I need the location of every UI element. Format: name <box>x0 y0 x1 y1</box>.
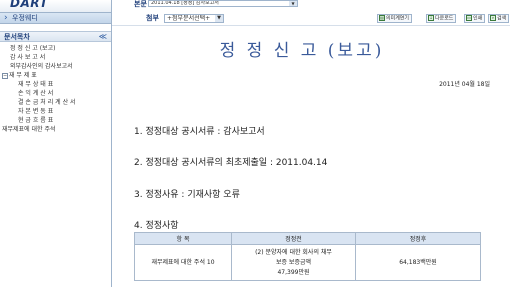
search-button-label: 검색 <box>497 15 507 22</box>
column-header-after: 정정후 <box>355 232 481 245</box>
toc-title: 문서목차 <box>4 33 30 41</box>
collapse-node-icon[interactable]: − <box>2 72 8 79</box>
toc-item-financial-statements[interactable]: − 재 무 제 표 <box>0 71 111 80</box>
cell-after: 64,183백만원 <box>355 244 481 281</box>
toc-item-income-statement[interactable]: 손 익 계 산 서 <box>0 89 111 98</box>
search-button[interactable]: ⌕ 검색 <box>488 14 510 23</box>
section-3: 3. 정정사유 : 기재사항 오류 <box>134 190 240 200</box>
document-select[interactable]: 2011.04.18 [정정] 감사보고서 ▼ <box>148 0 298 7</box>
cell-before: (2) 분양자에 대한 회사의 채무 보증 보증금액 47,399만원 <box>231 244 356 281</box>
column-header-before: 정정전 <box>231 232 356 245</box>
dart-logo: DART <box>10 0 49 10</box>
table-row: 재무제표에 대한 주석 10 (2) 분양자에 대한 회사의 채무 보증 보증금… <box>134 244 481 281</box>
preview-button-label: 의미계연기 <box>386 15 410 22</box>
cell-before-line-2: 보증 보증금액 <box>275 258 312 266</box>
print-button-label: 인쇄 <box>473 15 483 22</box>
table-header-row: 항 목 정정전 정정후 <box>134 232 481 245</box>
body-label: 본문 <box>134 0 147 8</box>
document-date: 2011년 04월 18일 <box>439 81 490 88</box>
preview-icon: ▤ <box>379 15 385 21</box>
document-select-bar: 본문 2011.04.18 [정정] 감사보고서 ▼ <box>112 0 510 12</box>
toc-item-balance-sheet[interactable]: 재 무 상 태 표 <box>0 80 111 89</box>
toc-item-audit-report[interactable]: 감 사 보 고 서 <box>0 53 111 62</box>
chevron-down-icon[interactable]: ▼ <box>215 15 223 22</box>
toc-item-label: 재 무 제 표 <box>9 72 37 79</box>
toc-item-auditor-report[interactable]: 외부감사인의 감사보고서 <box>0 62 111 71</box>
collapse-pane-icon[interactable]: ≪ <box>99 32 107 42</box>
preview-button[interactable]: ▤ 의미계연기 <box>377 14 413 23</box>
company-search-bar[interactable]: › 우정웨디 <box>0 12 111 24</box>
attachment-bar: 첨부 +첨부문서선택+ ▼ ▤ 의미계연기 ↓ 다운로드 ▭ 인쇄 ⌕ 검색 <box>112 12 510 26</box>
search-icon: ⌕ <box>490 15 496 21</box>
document-title: 정 정 신 고 (보고) <box>219 41 385 61</box>
print-button[interactable]: ▭ 인쇄 <box>464 14 486 23</box>
column-header-item: 항 목 <box>134 232 232 245</box>
toc-item-deficit-statement[interactable]: 결 손 금 처 리 계 산 서 <box>0 98 111 107</box>
toc-item-notes[interactable]: 재무제표에 대한 주석 <box>0 125 111 134</box>
download-button[interactable]: ↓ 다운로드 <box>426 14 457 23</box>
section-2: 2. 정정대상 공시서류의 최초제출일 : 2011.04.14 <box>134 158 328 168</box>
correction-table: 항 목 정정전 정정후 재무제표에 대한 주석 10 (2) 분양자에 대한 회… <box>134 232 481 281</box>
document-body: 정 정 신 고 (보고) 2011년 04월 18일 1. 정정대상 공시서류 … <box>112 27 510 287</box>
print-icon: ▭ <box>466 15 472 21</box>
download-button-label: 다운로드 <box>435 15 454 22</box>
toc-item-correction-report[interactable]: 정 정 신 고 (보고) <box>0 44 111 53</box>
download-icon: ↓ <box>428 15 434 21</box>
chevron-down-icon[interactable]: ▼ <box>289 1 297 6</box>
left-pane: DART › 우정웨디 문서목차 ≪ 정 정 신 고 (보고) 감 사 보 고 … <box>0 0 112 287</box>
attachment-select[interactable]: +첨부문서선택+ ▼ <box>164 14 224 23</box>
toc-item-cash-flow[interactable]: 현 금 흐 름 표 <box>0 116 111 125</box>
cell-before-line-3: 47,399만원 <box>277 268 310 276</box>
attachment-label: 첨부 <box>146 14 159 22</box>
logo-bar: DART <box>0 0 111 12</box>
section-4: 4. 정정사항 <box>134 221 179 231</box>
toc-header: 문서목차 ≪ <box>0 31 111 42</box>
chevron-right-icon: › <box>4 13 8 23</box>
document-select-value: 2011.04.18 [정정] 감사보고서 <box>151 0 219 6</box>
cell-before-line-1: (2) 분양자에 대한 회사의 채무 <box>255 248 332 256</box>
cell-item: 재무제표에 대한 주석 10 <box>134 244 232 281</box>
toc-item-equity-changes[interactable]: 자 본 변 동 표 <box>0 107 111 116</box>
company-name: 우정웨디 <box>12 14 38 22</box>
section-1: 1. 정정대상 공시서류 : 감사보고서 <box>134 127 265 137</box>
toc-tree: 정 정 신 고 (보고) 감 사 보 고 서 외부감사인의 감사보고서 − 재 무… <box>0 42 111 134</box>
viewer-window: DART › 우정웨디 문서목차 ≪ 정 정 신 고 (보고) 감 사 보 고 … <box>0 0 510 287</box>
attachment-select-value: +첨부문서선택+ <box>167 15 211 22</box>
